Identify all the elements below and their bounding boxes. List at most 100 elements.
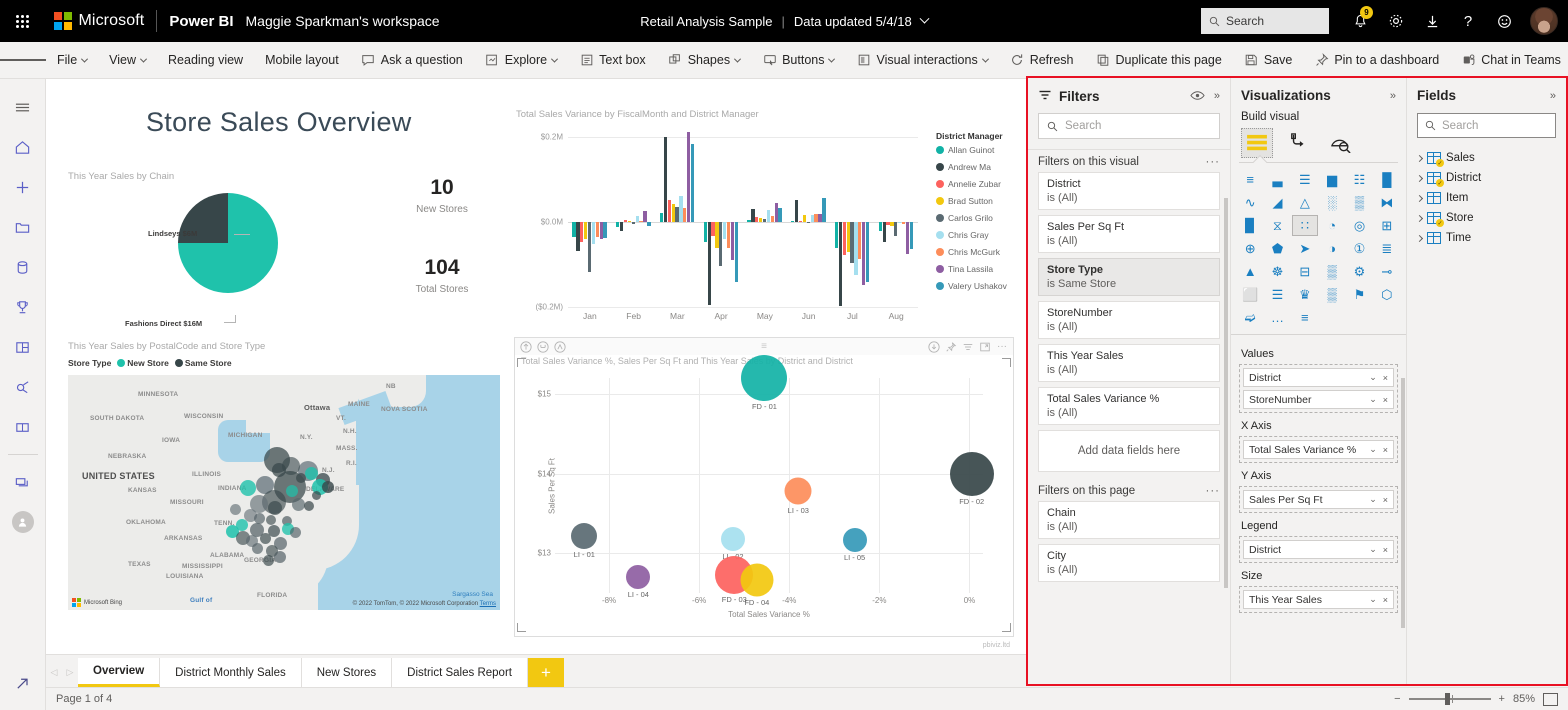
q-and-a[interactable]: ☰ <box>1264 284 1290 305</box>
kpi-new-stores[interactable]: 10 New Stores <box>394 177 490 215</box>
bar[interactable] <box>751 209 755 222</box>
map-bubble[interactable] <box>252 543 263 554</box>
map-bubble[interactable] <box>282 457 300 475</box>
treemap[interactable]: ⊞ <box>1374 215 1400 236</box>
collapse-pane-icon[interactable]: » <box>1390 90 1396 102</box>
stacked-bar-chart[interactable]: ≡ <box>1237 169 1263 190</box>
chevron-right-icon[interactable] <box>1415 214 1424 222</box>
bar[interactable] <box>683 207 687 222</box>
feedback-button[interactable] <box>1487 4 1521 38</box>
key-influencers[interactable]: ▒ <box>1319 284 1345 305</box>
waterfall-chart[interactable]: ▉ <box>1237 215 1263 236</box>
scatter-point[interactable] <box>740 563 774 597</box>
user-avatar[interactable] <box>1530 7 1558 35</box>
bar[interactable] <box>759 217 763 222</box>
ask-a-question-button[interactable]: Ask a question <box>350 42 474 79</box>
map-visual[interactable]: This Year Sales by PostalCode and Store … <box>68 341 508 636</box>
map-terms-link[interactable]: Terms <box>480 601 496 607</box>
section-more-options[interactable]: ··· <box>1206 485 1221 497</box>
bar[interactable] <box>647 222 651 227</box>
zoom-slider-knob[interactable] <box>1444 693 1450 706</box>
chevron-down-icon[interactable]: ⌄ <box>1369 494 1377 505</box>
bar[interactable] <box>766 210 771 222</box>
bar[interactable] <box>878 222 882 232</box>
page-filter-card-city[interactable]: City is (All) <box>1038 544 1220 582</box>
visualizations-scrollbar[interactable] <box>1401 378 1405 628</box>
azure-map[interactable]: ➤ <box>1292 238 1318 259</box>
report-canvas[interactable]: Store Sales Overview This Year Sales by … <box>46 79 1026 654</box>
bar[interactable] <box>715 222 719 248</box>
bar[interactable] <box>882 222 886 243</box>
bar[interactable] <box>572 222 576 237</box>
menu-reading-view[interactable]: Reading view <box>157 42 254 79</box>
buttons-button[interactable]: Buttons <box>751 42 845 79</box>
powerbi-product-name[interactable]: Power BI <box>169 13 233 30</box>
area-chart[interactable]: ◢ <box>1264 192 1290 213</box>
sidebar-item-deployment-pipelines[interactable] <box>6 370 40 404</box>
app-launcher-button[interactable] <box>0 14 44 28</box>
menu-mobile-layout[interactable]: Mobile layout <box>254 42 350 79</box>
map-legend-new-store[interactable]: New Store <box>117 358 169 368</box>
add-page-button[interactable]: + <box>527 658 564 687</box>
sidebar-item-workspaces[interactable] <box>6 465 40 499</box>
expand-hierarchy-icon[interactable] <box>553 340 567 354</box>
bar[interactable] <box>663 137 668 222</box>
map-bubble[interactable] <box>296 473 306 483</box>
bar-chart-plot[interactable]: $0.2M $0.0M ($0.2M) Jan Feb Mar Apr May Jun Ju… <box>535 131 918 321</box>
sidebar-item-metrics[interactable] <box>6 290 40 324</box>
arcgis-map[interactable]: ⬡ <box>1374 284 1400 305</box>
build-visual-tab[interactable] <box>1241 128 1273 158</box>
scatter-point[interactable] <box>720 526 745 551</box>
chevron-down-icon[interactable]: ⌄ <box>1369 372 1377 383</box>
sidebar-item-learn[interactable] <box>6 410 40 444</box>
page-tab-district-sales-report[interactable]: District Sales Report <box>392 658 528 687</box>
remove-field-icon[interactable]: × <box>1383 395 1388 405</box>
multi-row-card[interactable]: ▲ <box>1237 261 1263 282</box>
filter-card-storenumber[interactable]: StoreNumber is (All) <box>1038 301 1220 339</box>
collapse-pane-icon[interactable]: » <box>1550 90 1556 102</box>
bar-legend-item[interactable]: Annelie Zubar <box>936 179 1001 189</box>
chevron-down-icon[interactable] <box>919 13 930 24</box>
bar[interactable] <box>591 222 596 245</box>
bar[interactable] <box>886 222 890 225</box>
page-prev-button[interactable]: ◁ <box>46 657 62 687</box>
bar[interactable] <box>616 222 620 228</box>
bar-legend-item[interactable]: Tina Lassila <box>936 264 993 274</box>
remove-field-icon[interactable]: × <box>1383 595 1388 605</box>
bar[interactable] <box>659 212 664 222</box>
resize-handle[interactable] <box>1002 358 1011 367</box>
sidebar-item-home[interactable] <box>6 130 40 164</box>
field-table-time[interactable]: Time <box>1407 228 1566 248</box>
page-tab-overview[interactable]: Overview <box>78 658 161 687</box>
filter-card-this-year-sales[interactable]: This Year Sales is (All) <box>1038 344 1220 382</box>
explore-button[interactable]: Explore <box>474 42 568 79</box>
map-bubble[interactable] <box>304 501 314 511</box>
bar[interactable] <box>850 222 854 263</box>
report-name[interactable]: Retail Analysis Sample <box>640 14 772 29</box>
filter-card-sales-per-sq-ft[interactable]: Sales Per Sq Ft is (All) <box>1038 215 1220 253</box>
field-chip[interactable]: District ⌄ × <box>1243 540 1394 559</box>
sidebar-item-apps[interactable] <box>6 330 40 364</box>
bar[interactable] <box>690 143 695 222</box>
chevron-down-icon[interactable]: ⌄ <box>1369 544 1377 555</box>
slicer[interactable]: ⊟ <box>1292 261 1318 282</box>
scatter-point[interactable] <box>571 522 598 549</box>
well-x-axis[interactable]: Total Sales Variance % ⌄ × <box>1239 436 1398 463</box>
clustered-column-chart[interactable]: ▆ <box>1319 169 1345 190</box>
map[interactable]: ⊕ <box>1237 238 1263 259</box>
bar[interactable] <box>687 131 691 222</box>
save-button[interactable]: Save <box>1233 42 1304 79</box>
pie-chart-plot[interactable]: Lindseys $6M Fashions Direct $16M <box>125 193 278 328</box>
notifications-button[interactable]: 9 <box>1343 4 1377 38</box>
bar[interactable] <box>734 222 739 283</box>
remove-field-icon[interactable]: × <box>1383 373 1388 383</box>
map-bubble[interactable] <box>322 481 334 493</box>
refresh-button[interactable]: Refresh <box>999 42 1085 79</box>
paginated-report[interactable]: ♛ <box>1292 284 1318 305</box>
field-chip[interactable]: District ⌄ × <box>1243 368 1394 387</box>
line-chart[interactable]: ∿ <box>1237 192 1263 213</box>
field-table-sales[interactable]: ✓ Sales <box>1407 148 1566 168</box>
bar-chart-visual[interactable]: Total Sales Variance by FiscalMonth and … <box>516 109 1016 344</box>
filled-map[interactable]: ⬟ <box>1264 238 1290 259</box>
collapse-pane-icon[interactable]: » <box>1214 90 1220 104</box>
